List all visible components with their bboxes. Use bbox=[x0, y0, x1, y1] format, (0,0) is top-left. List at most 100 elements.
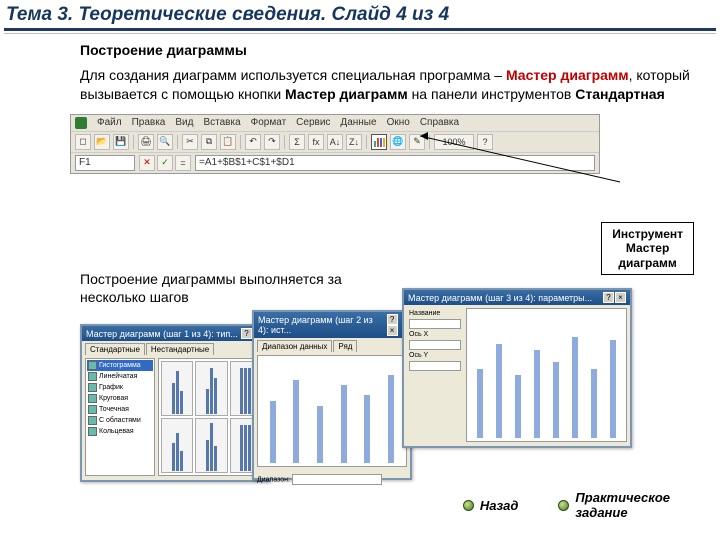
subtype-thumb[interactable] bbox=[161, 418, 193, 473]
menu-file[interactable]: Файл bbox=[97, 117, 122, 128]
wizard2-tab-range[interactable]: Диапазон данных bbox=[257, 340, 332, 352]
equals-icon[interactable]: = bbox=[175, 155, 191, 171]
preview-bar bbox=[553, 362, 559, 438]
wizard3-y-input[interactable] bbox=[409, 361, 461, 371]
zoom-field[interactable]: 100% bbox=[434, 134, 474, 150]
preview-bar bbox=[515, 375, 521, 438]
area-icon bbox=[88, 416, 97, 425]
menu-tools[interactable]: Сервис bbox=[296, 117, 330, 128]
name-box[interactable]: F1 bbox=[75, 155, 135, 171]
help-icon[interactable]: ? bbox=[477, 134, 493, 150]
wizard2-range-row: Диапазон: bbox=[257, 474, 407, 485]
help-button-icon[interactable]: ? bbox=[603, 292, 614, 303]
undo-icon[interactable]: ↶ bbox=[245, 134, 261, 150]
type-pie-label: Круговая bbox=[99, 395, 128, 402]
formula-buttons: ✕ ✓ = bbox=[139, 155, 191, 171]
redo-icon[interactable]: ↷ bbox=[264, 134, 280, 150]
preview-bar bbox=[388, 375, 394, 463]
toolbar-separator bbox=[284, 135, 285, 149]
scatter-icon bbox=[88, 405, 97, 414]
type-bar[interactable]: Линейчатая bbox=[87, 371, 153, 382]
type-pie[interactable]: Круговая bbox=[87, 393, 153, 404]
standard-toolbar: ◻ 📂 💾 🖨 🔍 ✂ ⧉ 📋 ↶ ↷ Σ fx A↓ Z↓ bbox=[71, 132, 599, 153]
sort-asc-icon[interactable]: A↓ bbox=[327, 134, 343, 150]
wizard2-range-input[interactable] bbox=[292, 474, 382, 485]
print-icon[interactable]: 🖨 bbox=[138, 134, 154, 150]
type-area[interactable]: С областями bbox=[87, 415, 153, 426]
new-icon[interactable]: ◻ bbox=[75, 134, 91, 150]
chart-type-list[interactable]: Гистограмма Линейчатая График Круговая Т… bbox=[85, 358, 155, 476]
chart-subtype-grid[interactable] bbox=[158, 358, 265, 476]
preview-bar bbox=[477, 369, 483, 438]
menu-insert[interactable]: Вставка bbox=[203, 117, 240, 128]
chart-wizard-icon[interactable] bbox=[371, 134, 387, 150]
subtype-thumb[interactable] bbox=[195, 361, 227, 416]
preview-bar bbox=[534, 350, 540, 438]
excel-icon bbox=[75, 117, 87, 129]
menu-data[interactable]: Данные bbox=[340, 117, 376, 128]
toolbar-separator bbox=[429, 135, 430, 149]
cancel-icon[interactable]: ✕ bbox=[139, 155, 155, 171]
wizard2-title: Мастер диаграмм (шаг 2 из 4): ист... bbox=[258, 315, 386, 335]
preview-bar bbox=[270, 401, 276, 463]
formula-input[interactable]: =A1+$B$1+C$1+$D1 bbox=[195, 155, 595, 171]
nav-back-link[interactable]: Назад bbox=[463, 498, 519, 513]
excel-toolbar-illustration: Файл Правка Вид Вставка Формат Сервис Да… bbox=[70, 114, 690, 174]
preview-icon[interactable]: 🔍 bbox=[157, 134, 173, 150]
map-icon[interactable]: 🌐 bbox=[390, 134, 406, 150]
open-icon[interactable]: 📂 bbox=[94, 134, 110, 150]
type-line[interactable]: График bbox=[87, 382, 153, 393]
paste-icon[interactable]: 📋 bbox=[220, 134, 236, 150]
menu-edit[interactable]: Правка bbox=[132, 117, 166, 128]
type-histogram[interactable]: Гистограмма bbox=[87, 360, 153, 371]
menu-help[interactable]: Справка bbox=[420, 117, 459, 128]
line-icon bbox=[88, 383, 97, 392]
wizard3-opt-x: Ось X bbox=[409, 331, 461, 338]
wizard2-tab-series[interactable]: Ряд bbox=[333, 340, 357, 352]
enter-icon[interactable]: ✓ bbox=[157, 155, 173, 171]
subtype-thumb[interactable] bbox=[195, 418, 227, 473]
wizard3-title: Мастер диаграмм (шаг 3 из 4): параметры.… bbox=[408, 293, 592, 303]
wizard1-tab-custom[interactable]: Нестандартные bbox=[146, 343, 214, 355]
histogram-icon bbox=[88, 361, 97, 370]
function-icon[interactable]: fx bbox=[308, 134, 324, 150]
help-button-icon[interactable]: ? bbox=[387, 314, 398, 325]
wizard2-titlebar: Мастер диаграмм (шаг 2 из 4): ист... ?× bbox=[254, 312, 410, 338]
close-icon[interactable]: × bbox=[615, 292, 626, 303]
cut-icon[interactable]: ✂ bbox=[182, 134, 198, 150]
type-doughnut[interactable]: Кольцевая bbox=[87, 426, 153, 437]
nav-back-label: Назад bbox=[480, 498, 519, 513]
wizard3-title-input[interactable] bbox=[409, 319, 461, 329]
preview-bar bbox=[610, 340, 616, 438]
wizard2-range-label: Диапазон: bbox=[257, 476, 290, 483]
subtype-thumb[interactable] bbox=[161, 361, 193, 416]
sort-desc-icon[interactable]: Z↓ bbox=[346, 134, 362, 150]
toolbar-separator bbox=[366, 135, 367, 149]
wizard3-preview bbox=[466, 308, 627, 442]
drawing-icon[interactable]: ✎ bbox=[409, 134, 425, 150]
intro-paragraph: Для создания диаграмм используется специ… bbox=[80, 66, 690, 104]
menu-view[interactable]: Вид bbox=[175, 117, 193, 128]
preview-bar bbox=[572, 337, 578, 438]
para-text-1: Для создания диаграмм используется специ… bbox=[80, 67, 506, 83]
preview-bar bbox=[317, 406, 323, 463]
menu-format[interactable]: Формат bbox=[251, 117, 287, 128]
menu-window[interactable]: Окно bbox=[387, 117, 410, 128]
wizard-step2-window: Мастер диаграмм (шаг 2 из 4): ист... ?× … bbox=[252, 310, 412, 480]
title-underline bbox=[4, 28, 716, 31]
footer-navigation: Назад Практическое задание bbox=[463, 490, 670, 520]
wizard1-tab-standard[interactable]: Стандартные bbox=[85, 343, 145, 355]
wizard1-titlebar: Мастер диаграмм (шаг 1 из 4): тип... ?× bbox=[82, 326, 268, 341]
autosum-icon[interactable]: Σ bbox=[289, 134, 305, 150]
wizard3-x-input[interactable] bbox=[409, 340, 461, 350]
help-button-icon[interactable]: ? bbox=[241, 328, 252, 339]
type-scatter[interactable]: Точечная bbox=[87, 404, 153, 415]
preview-bar bbox=[496, 344, 502, 439]
toolbar-separator bbox=[240, 135, 241, 149]
bar-icon bbox=[88, 372, 97, 381]
nav-practice-link[interactable]: Практическое задание bbox=[558, 490, 670, 520]
save-icon[interactable]: 💾 bbox=[113, 134, 129, 150]
close-icon[interactable]: × bbox=[387, 325, 398, 336]
type-histogram-label: Гистограмма bbox=[99, 362, 141, 369]
copy-icon[interactable]: ⧉ bbox=[201, 134, 217, 150]
